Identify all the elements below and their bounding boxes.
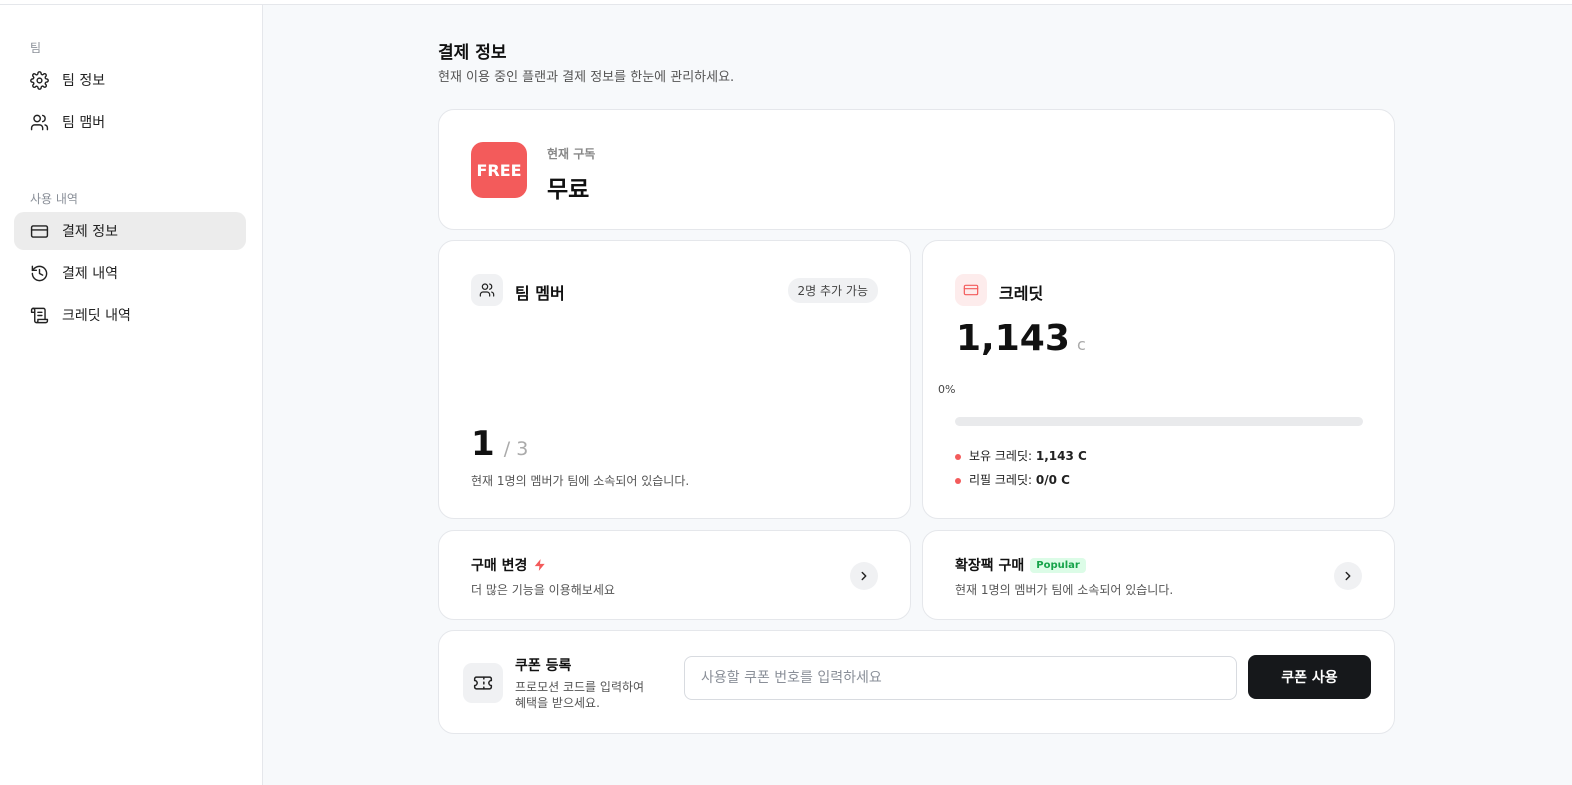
ticket-icon	[473, 676, 493, 690]
expansion-title: 확장팩 구매	[955, 558, 1025, 574]
member-availability-pill: 2명 추가 가능	[787, 278, 878, 303]
credit-progress-track	[955, 417, 1363, 426]
credits-title: 크레딧	[999, 284, 1044, 303]
users-icon	[30, 114, 49, 130]
subscription-card: FREE 현재 구독 무료	[438, 109, 1395, 230]
subscription-label: 현재 구독	[547, 147, 596, 161]
coupon-input[interactable]	[684, 656, 1237, 700]
sidebar-item-label: 결제 내역	[62, 266, 118, 282]
gear-icon	[30, 70, 49, 90]
refill-credit-value: 0/0 C	[1035, 473, 1070, 487]
sidebar-item-credit-history[interactable]: 크레딧 내역	[14, 296, 246, 334]
credits-card: 크레딧 1,143 c 0% 보유 크레딧: 1,143 C 리필 크레딧: 0…	[922, 240, 1395, 519]
sidebar-section-usage: 사용 내역	[30, 192, 78, 206]
chevron-right-icon	[861, 571, 867, 581]
purchase-change-card[interactable]: 구매 변경 더 많은 기능을 이용해보세요	[438, 530, 911, 620]
refill-credit-row: 리필 크레딧: 0/0 C	[955, 471, 1070, 488]
users-icon	[479, 283, 495, 297]
coupon-description-line1: 프로모션 코드를 입력하여	[515, 680, 645, 694]
scroll-icon	[30, 307, 49, 323]
coupon-description-line2: 혜택을 받으세요.	[515, 696, 600, 710]
credit-card-icon	[963, 284, 979, 296]
refill-credit-dot	[955, 477, 961, 484]
sidebar-item-label: 결제 정보	[62, 224, 118, 240]
credit-amount: 1,143	[956, 318, 1070, 359]
sidebar-item-team-info[interactable]: 팀 정보	[14, 61, 246, 99]
member-count-display: 1 / 3	[471, 424, 528, 464]
owned-credit-dot	[955, 453, 961, 460]
team-member-card: 팀 멤버 2명 추가 가능 1 / 3 현재 1명의 멤버가 팀에 소속되어 있…	[438, 240, 911, 519]
popular-badge: Popular	[1030, 557, 1086, 573]
coupon-description: 프로모션 코드를 입력하여 혜택을 받으세요.	[515, 679, 644, 711]
member-description: 현재 1명의 멤버가 팀에 소속되어 있습니다.	[471, 474, 690, 488]
sidebar: 팀 팀 정보 팀 맴버 사용 내역 결제 정보 결제 내역 크레딧 내역	[0, 5, 263, 785]
owned-credit-label: 보유 크레딧:	[969, 449, 1033, 463]
sidebar-item-team-members[interactable]: 팀 맴버	[14, 103, 246, 141]
plan-badge: FREE	[471, 142, 527, 198]
sidebar-item-billing-history[interactable]: 결제 내역	[14, 254, 246, 292]
sidebar-item-label: 팀 맴버	[62, 115, 106, 131]
coupon-apply-button[interactable]: 쿠폰 사용	[1248, 655, 1371, 699]
credit-progress-percent: 0%	[938, 383, 956, 396]
subscription-plan: 무료	[547, 177, 590, 203]
expansion-title-row: 확장팩 구매 Popular	[955, 555, 1086, 575]
owned-credit-value: 1,143 C	[1035, 449, 1087, 463]
coupon-icon-box	[463, 663, 503, 703]
history-icon	[31, 265, 48, 281]
expansion-description: 현재 1명의 멤버가 팀에 소속되어 있습니다.	[955, 583, 1174, 597]
member-total: / 3	[503, 438, 529, 460]
sidebar-item-billing-info[interactable]: 결제 정보	[14, 212, 246, 250]
team-member-title: 팀 멤버	[515, 284, 565, 303]
purchase-change-description: 더 많은 기능을 이용해보세요	[471, 583, 615, 597]
chevron-right-icon	[1345, 571, 1351, 581]
credit-card-icon	[30, 224, 49, 238]
coupon-title: 쿠폰 등록	[515, 658, 572, 674]
credit-unit: c	[1076, 335, 1086, 354]
owned-credit-row: 보유 크레딧: 1,143 C	[955, 447, 1087, 464]
expansion-arrow-button[interactable]	[1334, 562, 1362, 590]
page-subtitle: 현재 이용 중인 플랜과 결제 정보를 한눈에 관리하세요.	[438, 70, 735, 85]
credit-amount-display: 1,143 c	[956, 318, 1086, 359]
expansion-pack-card[interactable]: 확장팩 구매 Popular 현재 1명의 멤버가 팀에 소속되어 있습니다.	[922, 530, 1395, 620]
lightning-icon	[535, 559, 546, 571]
purchase-change-arrow-button[interactable]	[850, 562, 878, 590]
main-content: 결제 정보 현재 이용 중인 플랜과 결제 정보를 한눈에 관리하세요. FRE…	[263, 5, 1572, 785]
refill-credit-label: 리필 크레딧:	[969, 473, 1033, 487]
member-count: 1	[471, 424, 495, 464]
purchase-change-title: 구매 변경	[471, 558, 528, 574]
sidebar-section-team: 팀	[30, 41, 42, 55]
purchase-change-title-row: 구매 변경	[471, 555, 547, 575]
credit-icon-box	[955, 274, 987, 306]
team-member-icon-box	[471, 274, 503, 306]
page-title: 결제 정보	[438, 43, 507, 63]
sidebar-item-label: 크레딧 내역	[62, 308, 131, 324]
sidebar-item-label: 팀 정보	[62, 73, 106, 89]
coupon-card: 쿠폰 등록 프로모션 코드를 입력하여 혜택을 받으세요. 쿠폰 사용	[438, 630, 1395, 734]
